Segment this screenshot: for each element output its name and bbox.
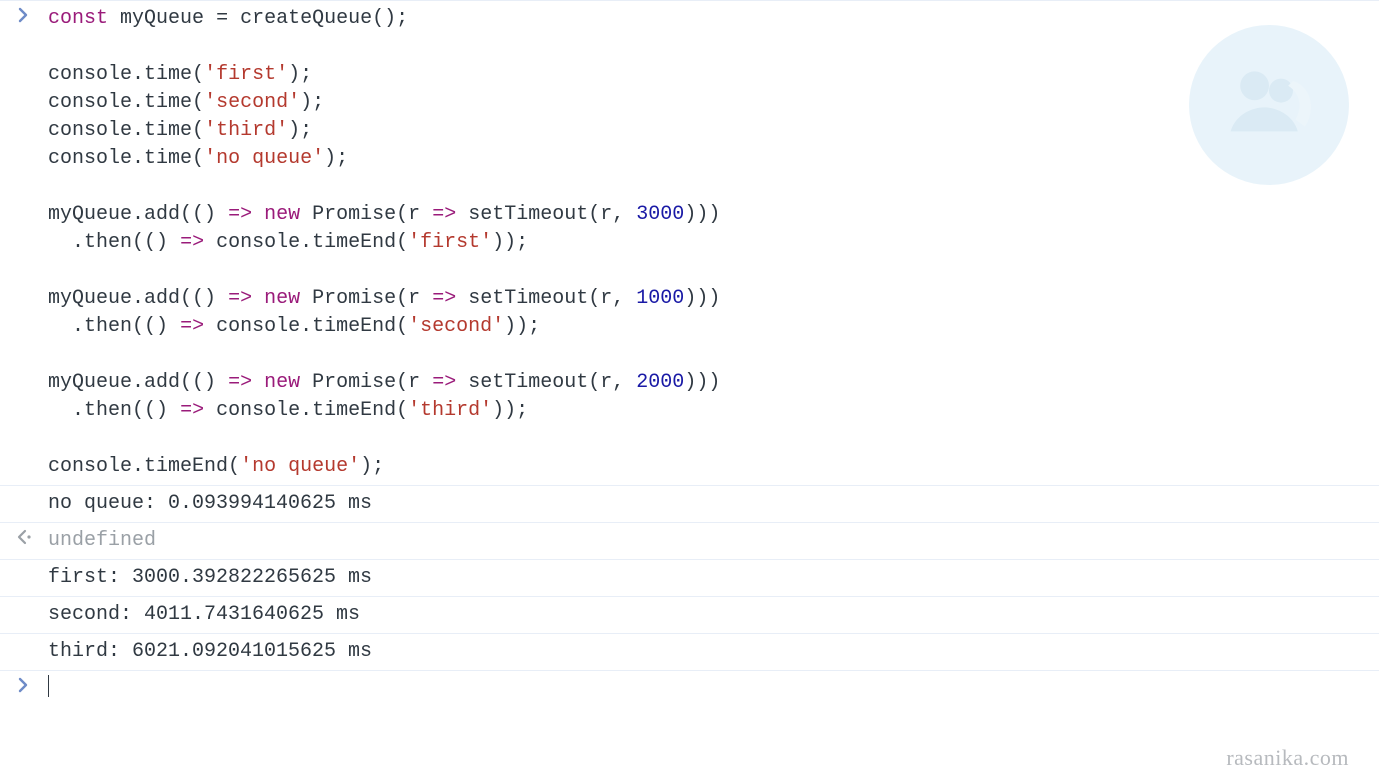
- footer-brand-text: rasanika.com: [1226, 743, 1349, 774]
- log-second: second: 4011.7431640625 ms: [48, 601, 1379, 629]
- log-first: first: 3000.392822265625 ms: [48, 564, 1379, 592]
- console-input-code: const myQueue = createQueue(); console.t…: [48, 5, 1379, 481]
- input-prompt-icon: [0, 5, 48, 23]
- log-third: third: 6021.092041015625 ms: [48, 638, 1379, 666]
- log-gutter: [0, 601, 48, 603]
- log-gutter: [0, 638, 48, 640]
- input-prompt-icon: [0, 675, 48, 693]
- log-no-queue: no queue: 0.093994140625 ms: [48, 490, 1379, 518]
- console-input-row[interactable]: const myQueue = createQueue(); console.t…: [0, 0, 1379, 485]
- result-undefined: undefined: [48, 527, 1379, 555]
- identifier-myqueue: myQueue: [120, 7, 204, 30]
- log-gutter: [0, 490, 48, 492]
- log-gutter: [0, 564, 48, 566]
- console-log-row[interactable]: no queue: 0.093994140625 ms: [0, 485, 1379, 522]
- keyword-const: const: [48, 7, 108, 30]
- console-result-row[interactable]: undefined: [0, 522, 1379, 559]
- console-log-row[interactable]: first: 3000.392822265625 ms: [0, 559, 1379, 596]
- text-caret: [48, 675, 49, 697]
- devtools-console[interactable]: const myQueue = createQueue(); console.t…: [0, 0, 1379, 709]
- console-log-row[interactable]: third: 6021.092041015625 ms: [0, 633, 1379, 670]
- console-empty-prompt-row[interactable]: [0, 670, 1379, 709]
- result-prompt-icon: [0, 527, 48, 545]
- fn-createqueue: createQueue: [240, 7, 372, 30]
- console-log-row[interactable]: second: 4011.7431640625 ms: [0, 596, 1379, 633]
- console-input-caret[interactable]: [48, 675, 1379, 705]
